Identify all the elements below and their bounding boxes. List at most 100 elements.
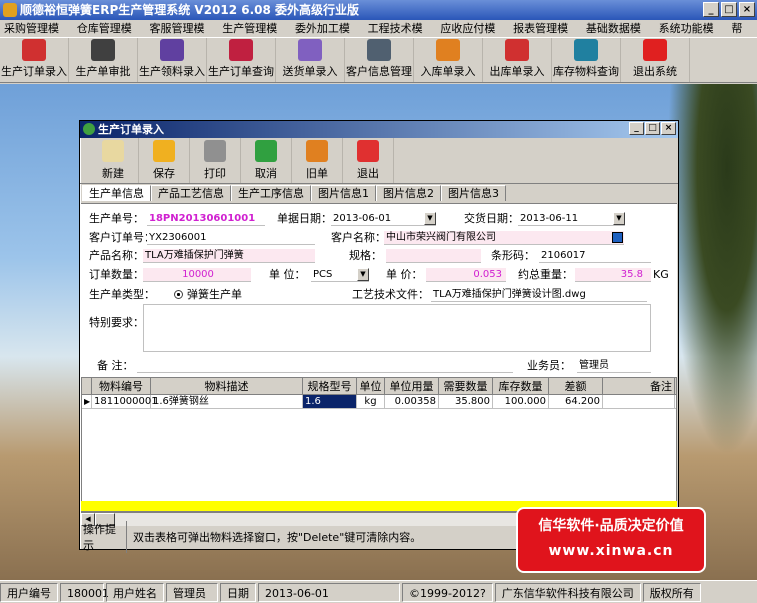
col-unit[interactable]: 单位 [357,378,385,394]
tab-image-3[interactable]: 图片信息3 [441,185,506,201]
unit-select[interactable]: PCS ▼ [311,268,369,282]
window-tool-button[interactable]: 打印 [190,138,241,183]
tab-image-2[interactable]: 图片信息2 [376,185,441,201]
toolbar-button-label: 生产订单录入 [1,65,67,78]
window-tool-button[interactable]: 取消 [241,138,292,183]
col-spec[interactable]: 规格型号 [303,378,357,394]
col-material-desc[interactable]: 物料描述 [151,378,303,394]
window-title-bar: 生产订单录入 _ □ × [80,121,678,138]
order-form: 生产单号： 18PN20130601001 单据日期： 2013-06-01 ▼ … [81,203,677,377]
tab-production-steps[interactable]: 生产工序信息 [231,185,311,201]
col-required-qty[interactable]: 需要数量 [439,378,493,394]
cell-unit[interactable]: kg [357,395,385,408]
tech-file-label: 工艺技术文件： [352,288,429,301]
col-material-no[interactable]: 物料编号 [92,378,151,394]
cust-name-label: 客户名称： [331,231,386,244]
window-icon [83,123,95,135]
tab-image-1[interactable]: 图片信息1 [311,185,376,201]
delivery-date-picker[interactable]: 2013-06-11 ▼ [518,212,625,226]
person-approve-icon [91,39,115,61]
toolbar-button-label: 生产领料录入 [139,65,205,78]
table-row[interactable]: ▶ 1811000001 1.6弹簧钢丝 1.6 kg 0.00358 35.8… [82,395,676,409]
chevron-down-icon[interactable]: ▼ [357,268,369,281]
radio-spring-order[interactable] [174,290,183,299]
row-pointer-icon: ▶ [84,395,92,408]
col-stock-qty[interactable]: 库存数量 [493,378,549,394]
cell-difference[interactable]: 64.200 [549,395,603,408]
tab-product-process[interactable]: 产品工艺信息 [151,185,231,201]
remark-field[interactable] [137,359,513,373]
maximize-button[interactable]: □ [721,2,737,17]
chevron-down-icon[interactable]: ▼ [424,212,436,225]
col-difference[interactable]: 差额 [549,378,603,394]
menu-item[interactable]: 系统功能模块 [655,20,728,52]
menu-item[interactable]: 委外加工模块 [291,20,364,52]
window-tool-button[interactable]: 退出 [343,138,394,183]
menu-item[interactable]: 仓库管理模块 [73,20,146,52]
menu-item-help[interactable]: 帮助 [727,20,757,52]
weight-field[interactable]: 35.8 [575,268,651,282]
window-close-button[interactable]: × [661,122,676,135]
cell-material-no[interactable]: 1811000001 [92,395,158,408]
col-unit-usage[interactable]: 单位用量 [385,378,439,394]
lookup-icon[interactable] [612,232,623,243]
window-tool-label: 打印 [204,167,226,180]
pen-paper-icon [298,39,322,61]
cust-name-field[interactable]: 中山市荣兴阀门有限公司 [384,231,624,245]
user-no-value: 180001 [60,582,109,602]
window-maximize-button[interactable]: □ [645,122,660,135]
product-field[interactable]: TLA万难插保护门弹簧 [143,249,315,263]
special-req-textarea[interactable] [143,304,651,352]
minimize-button[interactable]: _ [703,2,719,17]
product-label: 产品名称： [89,249,144,262]
tab-order-info[interactable]: 生产单信息 [82,185,151,201]
toolbar-button[interactable]: 生产订单录入 [0,38,69,82]
window-tool-label: 取消 [255,167,277,180]
window-tool-button[interactable]: 新建 [88,138,139,183]
copyright-text: ©1999-2012? [402,582,493,602]
cell-material-desc[interactable]: 1.6弹簧钢丝 [151,395,303,408]
qty-field[interactable]: 10000 [143,268,251,282]
toolbar-button[interactable]: 退出系统 [621,38,690,82]
sales-field[interactable]: 管理员 [577,359,651,373]
toolbar-button[interactable]: 生产单审批 [69,38,138,82]
row-indicator-header [82,378,92,394]
order-no-field[interactable]: 18PN20130601001 [147,212,265,226]
cell-unit-usage[interactable]: 0.00358 [385,395,439,408]
weight-label: 约总重量： [518,268,573,281]
toolbar-button[interactable]: 送货单录入 [276,38,345,82]
menu-item[interactable]: 生产管理模块 [218,20,291,52]
window-minimize-button[interactable]: _ [629,122,644,135]
menu-item[interactable]: 基础数据模块 [582,20,655,52]
cell-spec[interactable]: 1.6 [303,395,357,408]
order-date-picker[interactable]: 2013-06-01 ▼ [331,212,436,226]
tech-file-field[interactable]: TLA万难插保护门弹簧设计图.dwg [431,288,647,302]
barcode-field[interactable]: 2106017 [539,249,651,263]
toolbar-button[interactable]: 库存物料查询 [552,38,621,82]
cell-required-qty[interactable]: 35.800 [439,395,493,408]
cell-remark[interactable] [603,395,675,408]
window-tool-label: 旧单 [306,167,328,180]
cell-stock-qty[interactable]: 100.000 [493,395,549,408]
window-tool-button[interactable]: 旧单 [292,138,343,183]
toolbar-button[interactable]: 生产订单查询 [207,38,276,82]
feather-pen-icon [160,39,184,61]
unit-label: 单 位： [269,268,306,281]
chevron-down-icon[interactable]: ▼ [613,212,625,225]
menu-item[interactable]: 客服管理模块 [145,20,218,52]
close-button[interactable]: × [739,2,755,17]
window-tool-button[interactable]: 保存 [139,138,190,183]
toolbar-button[interactable]: 生产领料录入 [138,38,207,82]
menu-item[interactable]: 采购管理模块 [0,20,73,52]
price-field[interactable]: 0.053 [426,268,506,282]
menu-item[interactable]: 应收应付模块 [436,20,509,52]
cust-order-field[interactable]: YX2306001 [147,231,315,245]
toolbar-button[interactable]: 客户信息管理 [345,38,414,82]
toolbar-button[interactable]: 出库单录入 [483,38,552,82]
spec-field[interactable] [386,249,481,263]
menu-item[interactable]: 报表管理模块 [509,20,582,52]
toolbar-button[interactable]: 入库单录入 [414,38,483,82]
flag-icon [505,39,529,61]
menu-item[interactable]: 工程技术模块 [364,20,437,52]
col-remark[interactable]: 备注 [603,378,675,394]
